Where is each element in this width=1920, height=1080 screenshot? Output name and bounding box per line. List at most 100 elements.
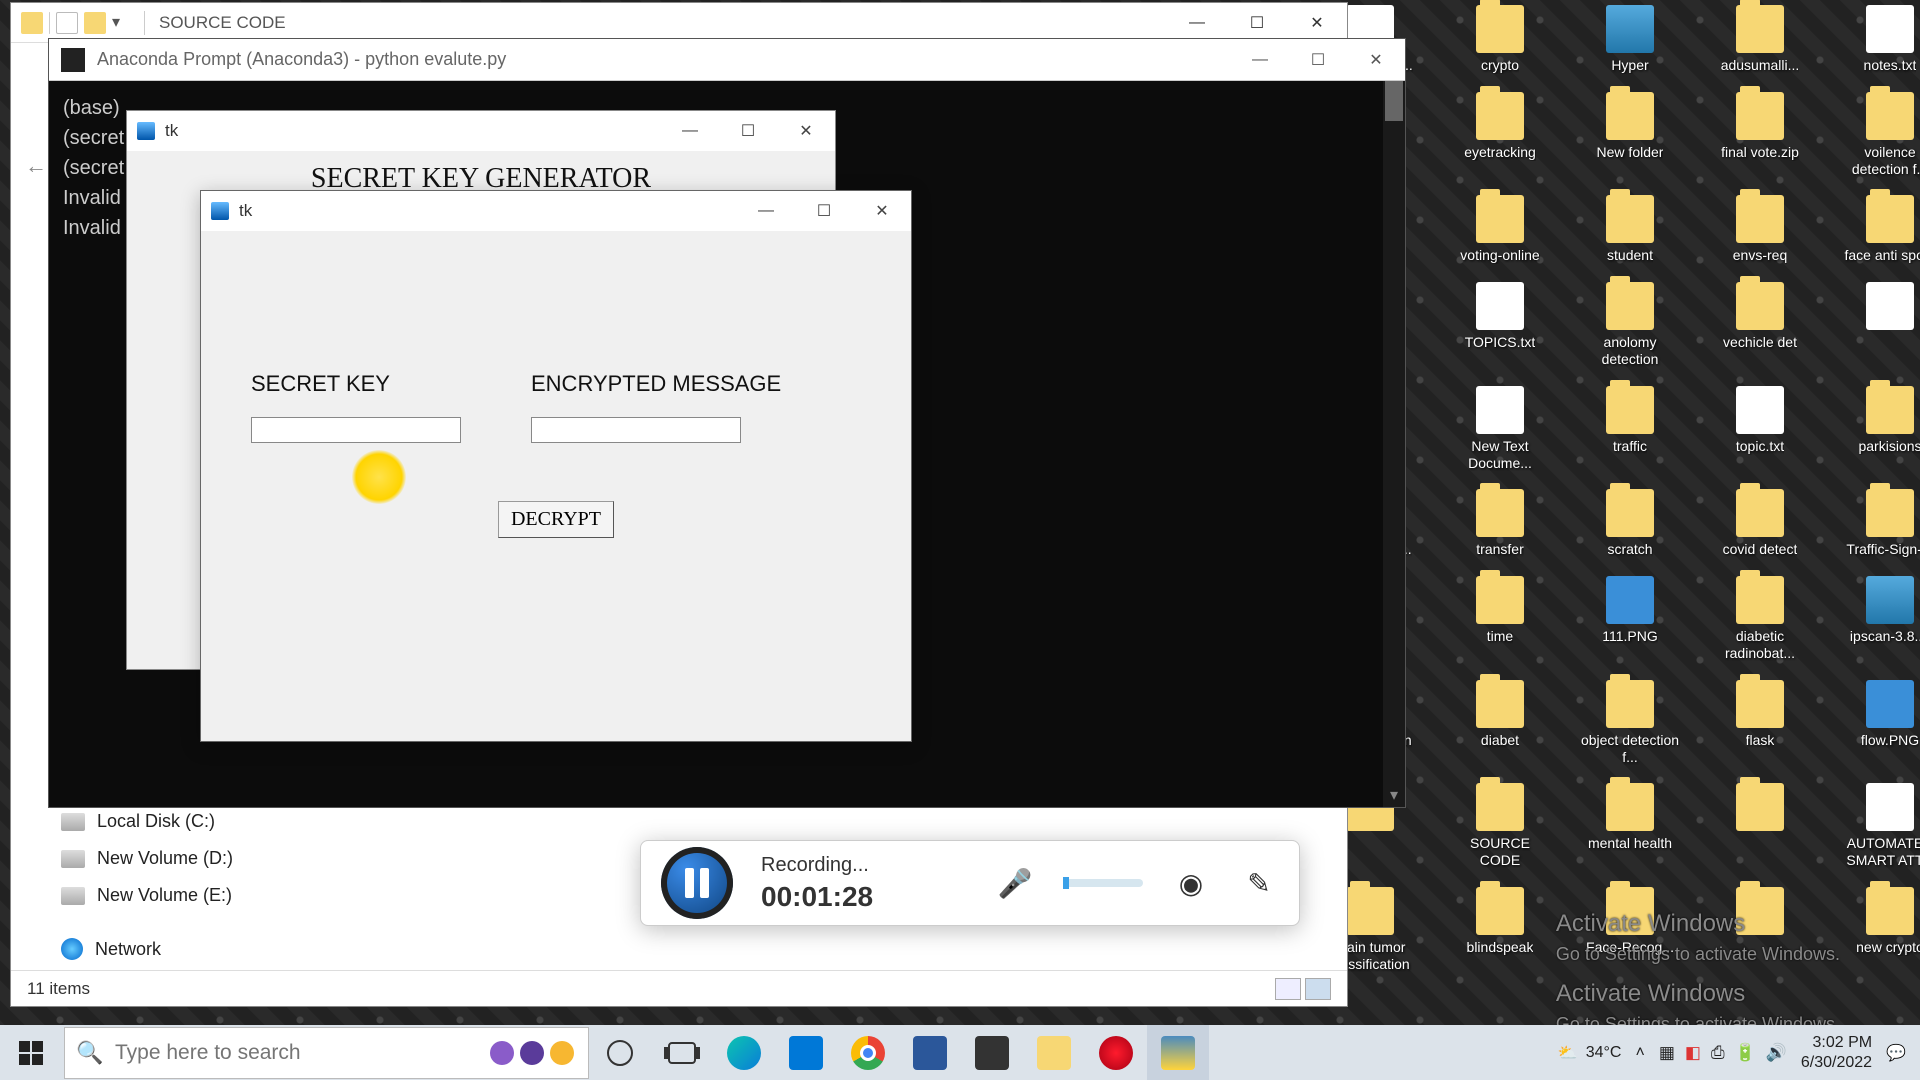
taskbar-clock[interactable]: 3:02 PM 6/30/2022 bbox=[1801, 1033, 1872, 1071]
desktop-icon[interactable]: new crypto bbox=[1840, 887, 1920, 973]
tk-titlebar[interactable]: tk ― ☐ ✕ bbox=[127, 111, 835, 151]
desktop-icon[interactable]: face anti spoof bbox=[1840, 195, 1920, 264]
prompt-titlebar[interactable]: Anaconda Prompt (Anaconda3) - python eva… bbox=[49, 39, 1405, 81]
minimize-button[interactable]: ― bbox=[1167, 3, 1227, 43]
maximize-button[interactable]: ☐ bbox=[795, 191, 853, 231]
desktop-icon[interactable]: voilence detection f... bbox=[1840, 92, 1920, 178]
desktop-icon[interactable]: TOPICS.txt bbox=[1450, 282, 1550, 368]
weather-widget[interactable]: ⛅ 34°C bbox=[1558, 1043, 1622, 1063]
desktop-icon[interactable]: ipscan-3.8.... bbox=[1840, 576, 1920, 662]
desktop-icon[interactable]: adusumalli... bbox=[1710, 5, 1810, 74]
word-app[interactable] bbox=[899, 1025, 961, 1080]
decrypt-button[interactable]: DECRYPT bbox=[498, 501, 614, 538]
tray-expand-icon[interactable]: ˄ bbox=[1635, 1044, 1644, 1062]
start-button[interactable] bbox=[0, 1025, 62, 1080]
desktop-icon[interactable]: mental health bbox=[1580, 783, 1680, 869]
icons-view-button[interactable] bbox=[1305, 978, 1331, 1000]
desktop-icon[interactable]: SOURCE CODE bbox=[1450, 783, 1550, 869]
desktop-icon[interactable]: transfer bbox=[1450, 489, 1550, 558]
chrome-app[interactable] bbox=[837, 1025, 899, 1080]
search-input[interactable] bbox=[115, 1041, 490, 1065]
desktop-icon[interactable]: eyetracking bbox=[1450, 92, 1550, 178]
widget-icon[interactable] bbox=[490, 1041, 514, 1065]
desktop-icon[interactable]: final vote.zip bbox=[1710, 92, 1810, 178]
desktop-icon[interactable]: scratch bbox=[1580, 489, 1680, 558]
desktop-icon[interactable]: diabet bbox=[1450, 680, 1550, 766]
tray-icon[interactable]: ▦ bbox=[1659, 1043, 1675, 1063]
desktop-icon[interactable]: crypto bbox=[1450, 5, 1550, 74]
annotate-button[interactable]: ✎ bbox=[1239, 863, 1279, 903]
pause-recording-button[interactable] bbox=[661, 847, 733, 919]
secret-key-input[interactable] bbox=[251, 417, 461, 443]
network-item[interactable]: Network bbox=[61, 930, 311, 968]
desktop-icon[interactable]: voting-online bbox=[1450, 195, 1550, 264]
minimize-button[interactable]: ― bbox=[1231, 39, 1289, 81]
desktop-icon[interactable]: New folder bbox=[1580, 92, 1680, 178]
desktop-icon[interactable]: notes.txt bbox=[1840, 5, 1920, 74]
terminal-scrollbar[interactable]: ▴ ▾ bbox=[1383, 81, 1405, 807]
battery-icon[interactable]: 🔋 bbox=[1735, 1043, 1756, 1063]
desktop-icon[interactable]: topic.txt bbox=[1710, 386, 1810, 472]
desktop-icon[interactable]: AUTOMATED SMART ATT... bbox=[1840, 783, 1920, 869]
scroll-down-button[interactable]: ▾ bbox=[1383, 785, 1405, 807]
tray-icon[interactable]: ⎙ bbox=[1711, 1043, 1725, 1063]
microphone-button[interactable]: 🎤 bbox=[995, 863, 1035, 903]
close-button[interactable]: ✕ bbox=[1287, 3, 1347, 43]
task-view-button[interactable] bbox=[651, 1025, 713, 1080]
desktop-icon[interactable]: flask bbox=[1710, 680, 1810, 766]
desktop-icon[interactable]: blindspeak bbox=[1450, 887, 1550, 973]
desktop-icon[interactable]: Traffic-Sign-... bbox=[1840, 489, 1920, 558]
folder-icon[interactable] bbox=[21, 12, 43, 34]
minimize-button[interactable]: ― bbox=[661, 111, 719, 151]
desktop-icon[interactable] bbox=[1710, 783, 1810, 869]
volume-icon[interactable]: 🔊 bbox=[1766, 1043, 1787, 1063]
explorer-quick-access[interactable]: ▾ bbox=[11, 12, 144, 34]
scroll-thumb[interactable] bbox=[1385, 81, 1403, 121]
desktop-icon[interactable]: Face-Recog... bbox=[1580, 887, 1680, 973]
maximize-button[interactable]: ☐ bbox=[1289, 39, 1347, 81]
desktop-icon[interactable]: anolomy detection bbox=[1580, 282, 1680, 368]
webcam-button[interactable]: ◉ bbox=[1171, 863, 1211, 903]
checked-folder-icon[interactable] bbox=[56, 12, 78, 34]
widget-icon[interactable] bbox=[520, 1041, 544, 1065]
python-app[interactable] bbox=[1147, 1025, 1209, 1080]
desktop-icon[interactable]: diabetic radinobat... bbox=[1710, 576, 1810, 662]
desktop-icon[interactable]: student bbox=[1580, 195, 1680, 264]
close-button[interactable]: ✕ bbox=[777, 111, 835, 151]
opera-app[interactable] bbox=[1085, 1025, 1147, 1080]
close-button[interactable]: ✕ bbox=[853, 191, 911, 231]
notifications-icon[interactable]: 💬 bbox=[1886, 1043, 1906, 1063]
encrypted-message-input[interactable] bbox=[531, 417, 741, 443]
minimize-button[interactable]: ― bbox=[737, 191, 795, 231]
desktop-icon[interactable]: 111.PNG bbox=[1580, 576, 1680, 662]
edge-app[interactable] bbox=[713, 1025, 775, 1080]
desktop-icon[interactable]: envs-req bbox=[1710, 195, 1810, 264]
maximize-button[interactable]: ☐ bbox=[719, 111, 777, 151]
chevron-down-icon[interactable]: ▾ bbox=[112, 12, 134, 34]
screen-recorder-toolbar[interactable]: Recording... 00:01:28 🎤 ◉ ✎ bbox=[640, 840, 1300, 926]
desktop-icon[interactable]: covid detect bbox=[1710, 489, 1810, 558]
maximize-button[interactable]: ☐ bbox=[1227, 3, 1287, 43]
desktop-icon[interactable]: Hyper bbox=[1580, 5, 1680, 74]
tk-titlebar[interactable]: tk ― ☐ ✕ bbox=[201, 191, 911, 231]
desktop-icon[interactable] bbox=[1710, 887, 1810, 973]
explorer-titlebar[interactable]: ▾ SOURCE CODE ― ☐ ✕ bbox=[11, 3, 1347, 43]
desktop-icon[interactable]: New Text Docume... bbox=[1450, 386, 1550, 472]
cmd-app[interactable] bbox=[961, 1025, 1023, 1080]
close-button[interactable]: ✕ bbox=[1347, 39, 1405, 81]
drive-item[interactable]: New Volume (D:) bbox=[61, 840, 311, 877]
desktop-icon[interactable]: traffic bbox=[1580, 386, 1680, 472]
desktop-icon[interactable]: object detection f... bbox=[1580, 680, 1680, 766]
widget-icon[interactable] bbox=[550, 1041, 574, 1065]
folder-icon[interactable] bbox=[84, 12, 106, 34]
file-explorer-app[interactable] bbox=[1023, 1025, 1085, 1080]
tk-window-foreground[interactable]: tk ― ☐ ✕ SECRET KEY ENCRYPTED MESSAGE DE… bbox=[200, 190, 912, 742]
desktop-icon[interactable] bbox=[1840, 282, 1920, 368]
desktop-icon[interactable]: flow.PNG bbox=[1840, 680, 1920, 766]
back-button[interactable]: ← bbox=[25, 153, 47, 179]
drive-item[interactable]: New Volume (E:) bbox=[61, 877, 311, 914]
taskbar-search[interactable]: 🔍 bbox=[64, 1027, 589, 1079]
details-view-button[interactable] bbox=[1275, 978, 1301, 1000]
drive-item[interactable]: Local Disk (C:) bbox=[61, 803, 311, 840]
taskbar[interactable]: 🔍 ⛅ 34°C ˄ ▦ ◧ ⎙ 🔋 🔊 3 bbox=[0, 1025, 1920, 1080]
